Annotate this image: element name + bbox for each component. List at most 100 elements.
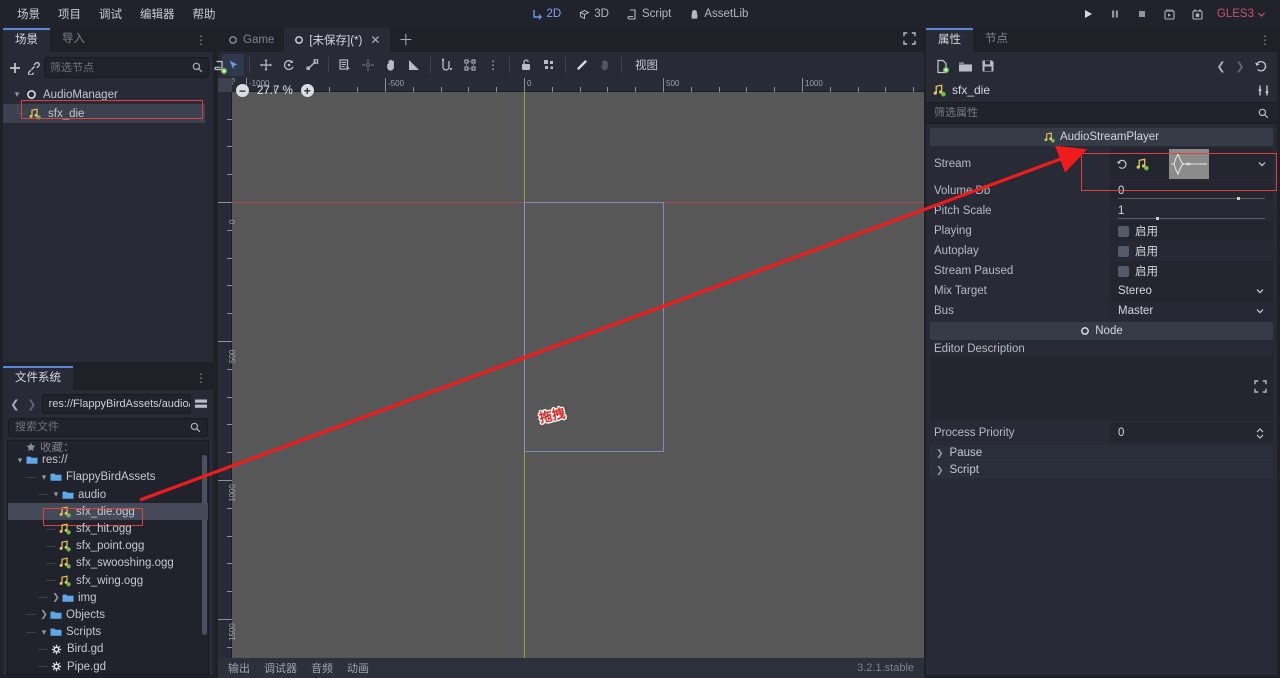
play-custom-scene-button[interactable]	[1185, 5, 1210, 24]
object-tools-icon[interactable]	[1257, 84, 1270, 97]
scene-tab-game[interactable]: Game	[218, 28, 284, 52]
group-button[interactable]	[538, 54, 560, 76]
tab-import[interactable]: 导入	[50, 28, 97, 52]
chevron-down-icon[interactable]: ▾	[38, 627, 50, 638]
stream-paused-checkbox-field[interactable]: 启用	[1110, 261, 1273, 281]
fs-item-bird-gd[interactable]: — Bird.gd	[8, 641, 208, 658]
more-options-icon[interactable]: ⋮	[482, 54, 504, 76]
load-resource-button[interactable]	[955, 56, 975, 76]
edit-mask-button[interactable]	[594, 54, 616, 76]
save-resource-button[interactable]	[978, 56, 998, 76]
list-select-button[interactable]	[334, 54, 356, 76]
chevron-right-icon[interactable]: ❯	[38, 609, 50, 620]
section-script[interactable]: ❯ Script	[930, 462, 1273, 478]
attach-script-button[interactable]	[213, 58, 228, 78]
chevron-down-icon[interactable]	[1257, 159, 1267, 169]
chevron-right-icon[interactable]: ❯	[50, 592, 62, 603]
editor-description-textarea[interactable]	[930, 355, 1273, 421]
menu-help[interactable]: 帮助	[184, 2, 225, 26]
bottom-tab-animation[interactable]: 动画	[347, 660, 369, 676]
scale-mode-button[interactable]	[301, 54, 323, 76]
menu-project[interactable]: 项目	[49, 2, 90, 26]
stop-button[interactable]	[1130, 5, 1154, 23]
fs-item-favorites[interactable]: 收藏：	[8, 442, 208, 452]
history-back-button[interactable]: ❮	[1213, 57, 1229, 75]
chevron-left-icon[interactable]: ❮	[8, 395, 22, 413]
mode-button-2d[interactable]: 2D	[524, 5, 570, 23]
scene-dock-menu-icon[interactable]: ⋮	[189, 34, 213, 46]
fs-item-img[interactable]: — ❯ img	[8, 589, 208, 606]
use-snap-button[interactable]	[436, 54, 458, 76]
fs-item-res-root[interactable]: ▾ res://	[8, 452, 208, 469]
menu-debug[interactable]: 调试	[90, 2, 131, 26]
fs-item-objects[interactable]: — ❯ Objects	[8, 606, 208, 623]
chevron-down-icon[interactable]: ▾	[14, 455, 26, 466]
scene-filter-box[interactable]	[44, 57, 209, 78]
zoom-in-icon[interactable]: +	[300, 84, 314, 97]
fs-item-audio[interactable]: — ▾ audio	[8, 486, 208, 503]
volume-db-slider-track[interactable]	[1118, 198, 1265, 199]
mode-button-3d[interactable]: 3D	[571, 5, 617, 23]
current-path-field[interactable]: res://FlappyBirdAssets/audio/sfx	[41, 394, 192, 414]
play-scene-button[interactable]	[1157, 5, 1182, 24]
chevron-right-icon[interactable]: ❯	[25, 395, 39, 413]
filesystem-search-input[interactable]	[15, 421, 190, 434]
toggle-split-mode-icon[interactable]	[194, 395, 208, 413]
inspector-dock-menu-icon[interactable]: ⋮	[1253, 34, 1277, 46]
tab-scene[interactable]: 场景	[3, 28, 50, 52]
menu-editor[interactable]: 编辑器	[131, 2, 184, 26]
lock-button[interactable]	[515, 54, 537, 76]
fs-item-sfx-wing-ogg[interactable]: — sfx_wing.ogg	[8, 572, 208, 589]
set-pivot-button[interactable]	[357, 54, 379, 76]
scene-filter-input[interactable]	[50, 61, 192, 74]
rotate-mode-button[interactable]	[278, 54, 300, 76]
property-filter-input[interactable]	[934, 107, 1258, 119]
checkbox-icon[interactable]	[1118, 265, 1129, 277]
mode-button-assetlib[interactable]: AssetLib	[681, 5, 756, 23]
canvas-surface[interactable]: 拖拽	[232, 92, 924, 658]
mix-target-dropdown[interactable]: Stereo	[1110, 281, 1273, 301]
autoplay-checkbox-field[interactable]: 启用	[1110, 241, 1273, 261]
chevron-down-icon[interactable]: ▾	[11, 89, 23, 100]
reload-icon[interactable]	[1116, 158, 1128, 170]
fs-item-sfx-die-ogg[interactable]: — sfx_die.ogg	[8, 503, 208, 521]
filesystem-search-box[interactable]	[8, 418, 208, 437]
history-icon[interactable]	[1251, 56, 1271, 76]
move-mode-button[interactable]	[255, 54, 277, 76]
zoom-out-icon[interactable]: −	[236, 84, 249, 97]
fs-item-flappybirdassets[interactable]: — ▾ FlappyBirdAssets	[8, 469, 208, 486]
close-icon[interactable]: ✕	[370, 33, 380, 47]
bottom-tab-debugger[interactable]: 调试器	[264, 660, 297, 676]
process-priority-input[interactable]: 0	[1110, 423, 1273, 443]
chevron-right-icon[interactable]: ❯	[936, 465, 944, 476]
menu-scene[interactable]: 场景	[8, 2, 49, 26]
expand-viewport-icon[interactable]	[903, 32, 916, 48]
pause-button[interactable]	[1103, 5, 1127, 23]
fs-item-sfx-swooshing-ogg[interactable]: — sfx_swooshing.ogg	[8, 555, 208, 572]
tab-node[interactable]: 节点	[973, 28, 1020, 52]
tab-inspector[interactable]: 属性	[926, 28, 973, 52]
renderer-selector[interactable]: GLES3	[1213, 5, 1270, 23]
history-forward-button[interactable]: ❯	[1232, 57, 1248, 75]
spinner-icon[interactable]	[1255, 427, 1265, 440]
playing-checkbox-field[interactable]: 启用	[1110, 221, 1273, 241]
stream-resource-field[interactable]	[1110, 148, 1273, 180]
bus-dropdown[interactable]: Master	[1110, 301, 1273, 321]
skeleton-bone-button[interactable]	[571, 54, 593, 76]
pitch-scale-input[interactable]: 1	[1110, 201, 1273, 221]
fs-item-sfx-hit-ogg[interactable]: — sfx_hit.ogg	[8, 520, 208, 537]
ruler-mode-button[interactable]	[403, 54, 425, 76]
chevron-down-icon[interactable]: ▾	[38, 472, 50, 483]
filesystem-dock-menu-icon[interactable]: ⋮	[189, 372, 213, 384]
checkbox-icon[interactable]	[1118, 225, 1129, 237]
bottom-tab-audio[interactable]: 音频	[311, 660, 333, 676]
volume-db-slider-grip[interactable]	[1237, 197, 1241, 200]
play-button[interactable]	[1076, 5, 1100, 23]
pan-mode-button[interactable]	[380, 54, 402, 76]
checkbox-icon[interactable]	[1118, 245, 1129, 257]
add-node-button[interactable]	[8, 58, 22, 78]
tree-node-sfx-die[interactable]: sfx_die	[3, 104, 205, 123]
fs-item-scripts[interactable]: — ▾ Scripts	[8, 624, 208, 641]
new-scene-tab-button[interactable]: ＋	[390, 33, 421, 48]
instance-child-scene-button[interactable]	[26, 58, 40, 78]
